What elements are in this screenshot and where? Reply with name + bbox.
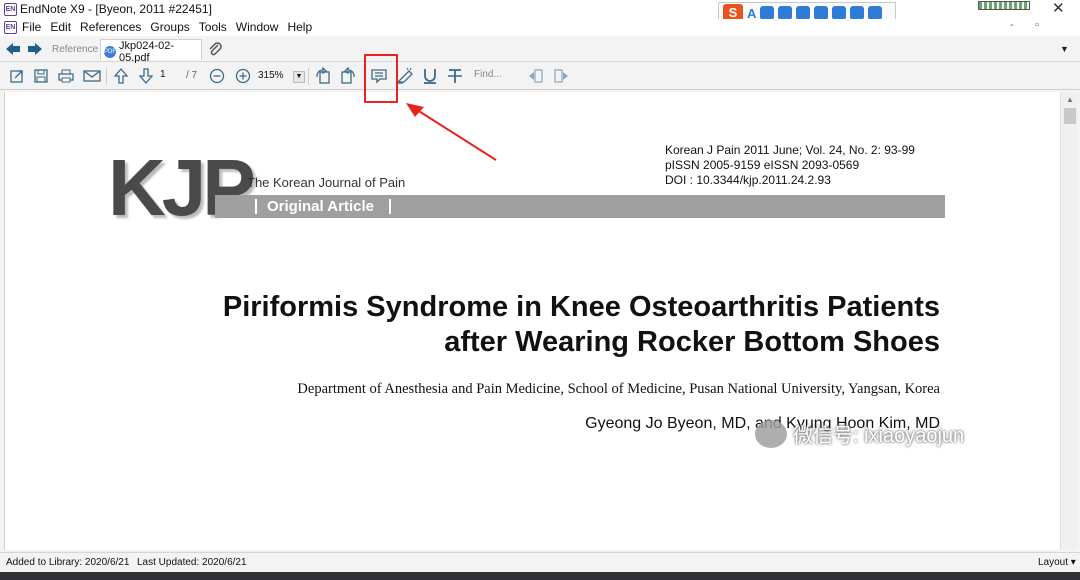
find-next-icon[interactable]: [552, 67, 570, 85]
print-icon[interactable]: [56, 67, 76, 85]
ime-user-icon[interactable]: [832, 6, 847, 20]
vertical-scrollbar[interactable]: ▲: [1060, 92, 1078, 550]
menu-bar: EN File Edit References Groups Tools Win…: [0, 19, 1080, 36]
open-external-icon[interactable]: [8, 67, 26, 85]
band-divider: [389, 199, 391, 214]
title-bar: EN EndNote X9 - [Byeon, 2011 #22451] S A…: [0, 0, 1080, 24]
strikethrough-icon[interactable]: [445, 67, 465, 85]
citation-line: Korean J Pain 2011 June; Vol. 24, No. 2:…: [665, 143, 915, 157]
added-date: Added to Library: 2020/6/21: [6, 557, 130, 568]
rotate-right-icon[interactable]: [338, 67, 358, 85]
next-page-icon[interactable]: [137, 67, 155, 85]
find-input[interactable]: Find...: [474, 69, 502, 80]
citation-line: DOI : 10.3344/kjp.2011.24.2.93: [665, 173, 831, 187]
ime-emoji-icon[interactable]: [778, 6, 793, 20]
tab-pdf[interactable]: PDF Jkp024-02-05.pdf: [100, 39, 202, 64]
menu-file[interactable]: File: [22, 20, 41, 34]
email-icon[interactable]: [82, 67, 102, 85]
battery-indicator-icon: [978, 1, 1030, 10]
back-arrow-icon[interactable]: [5, 42, 21, 56]
menu-help[interactable]: Help: [287, 20, 312, 34]
menu-window[interactable]: Window: [236, 20, 279, 34]
endnote-window: EN EndNote X9 - [Byeon, 2011 #22451] S A…: [0, 0, 1080, 580]
underline-icon[interactable]: [420, 67, 440, 85]
previous-page-icon[interactable]: [112, 67, 130, 85]
tab-reference[interactable]: Reference: [48, 42, 102, 57]
wechat-icon: [755, 419, 787, 448]
page-total-label: / 7: [186, 70, 198, 81]
menu-references[interactable]: References: [80, 20, 141, 34]
watermark-text: 微信号: ixiaoyaojun: [793, 425, 965, 447]
tab-dropdown-icon[interactable]: ▼: [1060, 44, 1069, 54]
window-title: EndNote X9 - [Byeon, 2011 #22451]: [20, 2, 212, 16]
minimize-button[interactable]: -: [1010, 19, 1014, 31]
zoom-level-field[interactable]: 315%: [258, 70, 284, 81]
zoom-out-icon[interactable]: [207, 67, 227, 85]
endnote-logo-icon: EN: [4, 3, 17, 16]
ime-toolbox-icon[interactable]: [868, 6, 883, 20]
scroll-up-arrow-icon[interactable]: ▲: [1066, 95, 1074, 104]
author-affiliation: Department of Anesthesia and Pain Medici…: [297, 381, 940, 397]
ime-punctuation-icon[interactable]: [760, 6, 775, 20]
toolbar-separator: [308, 68, 309, 85]
citation-line: pISSN 2005-9159 eISSN 2093-0569: [665, 158, 860, 172]
window-close-button[interactable]: ✕: [1052, 0, 1065, 17]
os-taskbar: [0, 572, 1080, 580]
wechat-watermark: 微信号: ixiaoyaojun: [755, 419, 964, 448]
find-previous-icon[interactable]: [527, 67, 545, 85]
article-type-label: Original Article: [267, 198, 374, 215]
menu-tools[interactable]: Tools: [199, 20, 227, 34]
article-title: Piriformis Syndrome in Knee Osteoarthrit…: [160, 290, 940, 360]
article-title-line: after Wearing Rocker Bottom Shoes: [444, 326, 940, 358]
ime-skin-icon[interactable]: [850, 6, 865, 20]
attachment-clip-icon[interactable]: [208, 41, 222, 57]
layout-menu-button[interactable]: Layout ▾: [1038, 557, 1076, 568]
ime-microphone-icon[interactable]: [796, 6, 811, 20]
save-icon[interactable]: [32, 67, 50, 85]
rotate-left-icon[interactable]: [313, 67, 333, 85]
journal-citation: Korean J Pain 2011 June; Vol. 24, No. 2:…: [665, 143, 915, 188]
journal-name: The Korean Journal of Pain: [247, 175, 406, 190]
pdf-icon: PDF: [104, 45, 116, 58]
zoom-in-icon[interactable]: [233, 67, 253, 85]
toolbar-separator: [106, 68, 107, 85]
page-number-input[interactable]: 1: [160, 69, 166, 80]
band-divider: [255, 199, 257, 214]
tab-bar: Reference PDF Jkp024-02-05.pdf ▼: [0, 38, 1080, 64]
annotation-arrow-icon: [406, 103, 497, 161]
forward-arrow-icon[interactable]: [27, 42, 43, 56]
tab-pdf-label: Jkp024-02-05.pdf: [119, 39, 175, 64]
annotation-highlight-box: [364, 54, 398, 103]
status-bar: Added to Library: 2020/6/21 Last Updated…: [0, 552, 1080, 572]
menu-edit[interactable]: Edit: [50, 20, 71, 34]
restore-button[interactable]: ▫: [1035, 19, 1039, 31]
pdf-toolbar: 1 / 7 315% ▼ Find...: [0, 63, 1080, 90]
article-type-band: Original Article: [215, 195, 945, 218]
updated-date: Last Updated: 2020/6/21: [137, 557, 247, 568]
ime-keyboard-icon[interactable]: [814, 6, 829, 20]
menu-groups[interactable]: Groups: [150, 20, 189, 34]
zoom-dropdown-icon[interactable]: ▼: [293, 71, 305, 83]
scrollbar-thumb[interactable]: [1064, 108, 1076, 124]
document-logo-icon[interactable]: EN: [4, 21, 17, 34]
article-title-line: Piriformis Syndrome in Knee Osteoarthrit…: [222, 291, 940, 323]
